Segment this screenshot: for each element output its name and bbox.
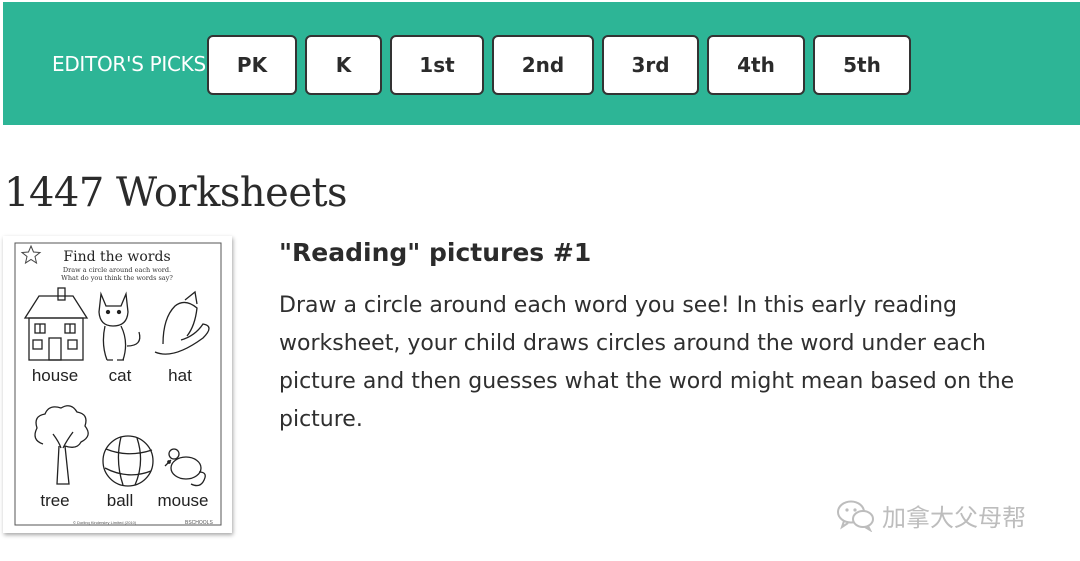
grade-button-5th[interactable]: 5th [813,35,911,95]
grade-button-1st[interactable]: 1st [390,35,484,95]
watermark-text: 加拿大父母帮 [882,503,1026,532]
thumb-word-house: house [32,366,78,385]
editors-picks-label: EDITOR'S PICKS [52,52,206,76]
thumb-heading: Find the words [63,249,170,265]
grade-button-3rd[interactable]: 3rd [602,35,699,95]
worksheet-preview-image: Find the words Draw a circle around each… [3,236,232,533]
watermark: 加拿大父母帮 [836,495,1026,535]
worksheet-count-heading: 1447 Worksheets [4,170,348,216]
thumb-word-tree: tree [40,491,69,510]
thumb-word-cat: cat [109,366,132,385]
thumb-footer-brand: BSCHOOLS [185,520,213,526]
thumb-word-mouse: mouse [157,491,208,510]
thumb-footer-copyright: © Dorling Kindersley Limited (2010) [73,520,137,525]
wechat-icon [837,500,874,532]
grade-button-4th[interactable]: 4th [707,35,805,95]
grade-button-k[interactable]: K [305,35,382,95]
thumb-instruction-2: What do you think the words say? [61,274,173,282]
worksheet-title-link[interactable]: "Reading" pictures #1 [279,238,591,267]
grade-button-2nd[interactable]: 2nd [492,35,594,95]
grade-button-pk[interactable]: PK [207,35,297,95]
thumb-word-ball: ball [107,491,133,510]
worksheet-thumbnail[interactable]: Find the words Draw a circle around each… [3,236,232,533]
worksheet-description: Draw a circle around each word you see! … [279,293,1015,432]
editors-picks-bar: EDITOR'S PICKS PK K 1st 2nd 3rd 4th 5th [3,2,1080,125]
thumb-word-hat: hat [168,366,192,385]
thumb-instruction-1: Draw a circle around each word. [63,266,171,274]
